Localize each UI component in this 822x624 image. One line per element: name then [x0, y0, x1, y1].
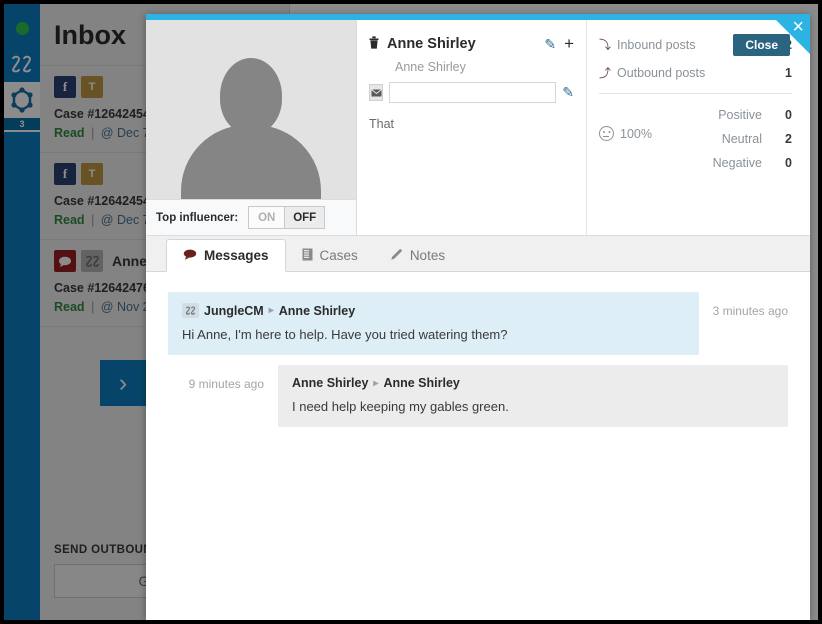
toggle-on-option[interactable]: ON — [248, 206, 285, 229]
application-window: 3 Inbox f T Case #1264245438 Read | @ De… — [0, 0, 822, 624]
online-indicator-icon — [15, 21, 29, 35]
sentiment-row-positive: Positive 0 — [709, 108, 792, 122]
envelope-icon — [369, 84, 384, 101]
profile-title-row: Anne Shirley ✎ + — [369, 34, 574, 54]
message-sender: JungleCM — [204, 303, 264, 318]
neutral-value: 2 — [785, 132, 792, 146]
rail-item-engage[interactable] — [4, 82, 40, 118]
tab-messages-label: Messages — [204, 248, 269, 263]
message-sender: Anne Shirley — [292, 376, 369, 390]
avatar-head-shape — [220, 58, 282, 134]
sentiment-row-negative: Negative 0 — [709, 156, 792, 170]
tab-messages[interactable]: Messages — [166, 239, 286, 272]
online-status-cell — [4, 10, 40, 46]
message-bubble[interactable]: Anne Shirley ▸ Anne Shirley I need help … — [278, 365, 788, 427]
rail-badge-count: 3 — [4, 118, 40, 132]
twitter-icon: T — [81, 163, 103, 185]
inbound-arrow-icon: ⤵ — [599, 38, 612, 52]
read-status: Read — [54, 300, 85, 314]
message-bubble-icon — [183, 249, 197, 263]
top-influencer-toggle[interactable]: ON OFF — [248, 206, 326, 229]
top-influencer-label: Top influencer: — [156, 211, 239, 224]
contact-subname: Anne Shirley — [395, 60, 466, 74]
stat-row-outbound: ⤴ Outbound posts 1 — [599, 64, 792, 81]
sentiment-summary: 100% — [599, 108, 709, 141]
profile-fields-block: Anne Shirley ✎ + Anne Shirley ✎ That — [357, 20, 587, 235]
positive-value: 0 — [785, 108, 792, 122]
molecule-icon — [11, 87, 33, 113]
next-button[interactable]: › — [100, 360, 146, 406]
message-body: Hi Anne, I'm here to help. Have you trie… — [182, 327, 508, 342]
arrow-right-icon: ▸ — [373, 377, 379, 389]
chain-link-icon — [81, 250, 103, 272]
negative-label: Negative — [712, 156, 762, 170]
message-recipient: Anne Shirley — [278, 303, 356, 318]
rail-item-links[interactable] — [4, 46, 40, 82]
read-status: Read — [54, 126, 85, 140]
chain-link-icon — [182, 303, 199, 318]
contact-detail-modal: × Close Top influencer: ON OFF Anne Shir… — [146, 14, 810, 620]
tab-bar: Messages Cases Notes — [146, 236, 810, 272]
cases-document-icon — [302, 248, 313, 264]
message-bubble-icon — [54, 250, 76, 272]
sentiment-row-neutral: Neutral 2 — [709, 132, 792, 146]
outbound-posts-label: Outbound posts — [617, 65, 706, 80]
facebook-icon: f — [54, 76, 76, 98]
tab-notes-label: Notes — [409, 248, 446, 263]
meta-separator: | — [91, 300, 95, 314]
profile-note-text: That — [369, 117, 395, 131]
chain-link-icon — [11, 55, 32, 73]
message-row-outbound: 9 minutes ago Anne Shirley ▸ Anne Shirle… — [168, 365, 788, 427]
notes-pencil-icon — [390, 248, 403, 264]
message-bubble[interactable]: JungleCM ▸ Anne Shirley Hi Anne, I'm her… — [168, 292, 699, 355]
meta-separator: | — [91, 126, 95, 140]
add-icon[interactable]: + — [564, 34, 574, 54]
facebook-icon: f — [54, 163, 76, 185]
message-participants: JungleCM ▸ Anne Shirley — [182, 303, 685, 318]
tab-notes[interactable]: Notes — [374, 239, 461, 272]
read-status: Read — [54, 213, 85, 227]
top-influencer-row: Top influencer: ON OFF — [146, 199, 356, 235]
message-body: I need help keeping my gables green. — [292, 399, 509, 414]
modal-header: Top influencer: ON OFF Anne Shirley ✎ + … — [146, 20, 810, 236]
delete-contact-icon[interactable] — [369, 36, 379, 52]
close-icon[interactable]: × — [792, 17, 804, 37]
neutral-label: Neutral — [721, 132, 762, 146]
left-icon-rail: 3 — [4, 4, 40, 620]
tab-cases-label: Cases — [319, 248, 358, 263]
arrow-right-icon: ▸ — [268, 305, 274, 316]
email-field-row: ✎ — [369, 82, 574, 103]
meta-separator: | — [91, 213, 95, 227]
message-recipient: Anne Shirley — [383, 376, 460, 390]
tab-cases[interactable]: Cases — [286, 239, 374, 272]
outbound-arrow-icon: ⤴ — [599, 66, 612, 80]
avatar-placeholder-image — [146, 20, 356, 199]
sentiment-percent: 100% — [620, 126, 652, 141]
stats-divider — [599, 93, 792, 94]
message-participants: Anne Shirley ▸ Anne Shirley — [292, 376, 774, 390]
email-field[interactable] — [389, 82, 557, 103]
positive-label: Positive — [718, 108, 762, 122]
outbound-posts-value: 1 — [785, 65, 792, 80]
avatar-block: Top influencer: ON OFF — [146, 20, 357, 235]
message-timestamp: 3 minutes ago — [712, 304, 788, 318]
avatar-body-shape — [181, 125, 321, 199]
close-tooltip: Close — [733, 34, 790, 56]
message-row-inbound: JungleCM ▸ Anne Shirley Hi Anne, I'm her… — [168, 292, 788, 355]
negative-value: 0 — [785, 156, 792, 170]
message-timestamp: 9 minutes ago — [188, 377, 264, 391]
neutral-face-icon — [599, 126, 614, 141]
contact-name-heading: Anne Shirley — [387, 36, 476, 52]
sentiment-breakdown: Positive 0 Neutral 2 Negative 0 — [709, 108, 792, 180]
toggle-off-option[interactable]: OFF — [284, 206, 326, 229]
edit-pencil-icon[interactable]: ✎ — [544, 36, 556, 53]
sentiment-section: 100% Positive 0 Neutral 2 Negative 0 — [599, 108, 792, 180]
field-edit-pencil-icon[interactable]: ✎ — [562, 84, 574, 101]
twitter-icon: T — [81, 76, 103, 98]
messages-list: JungleCM ▸ Anne Shirley Hi Anne, I'm her… — [146, 272, 810, 620]
